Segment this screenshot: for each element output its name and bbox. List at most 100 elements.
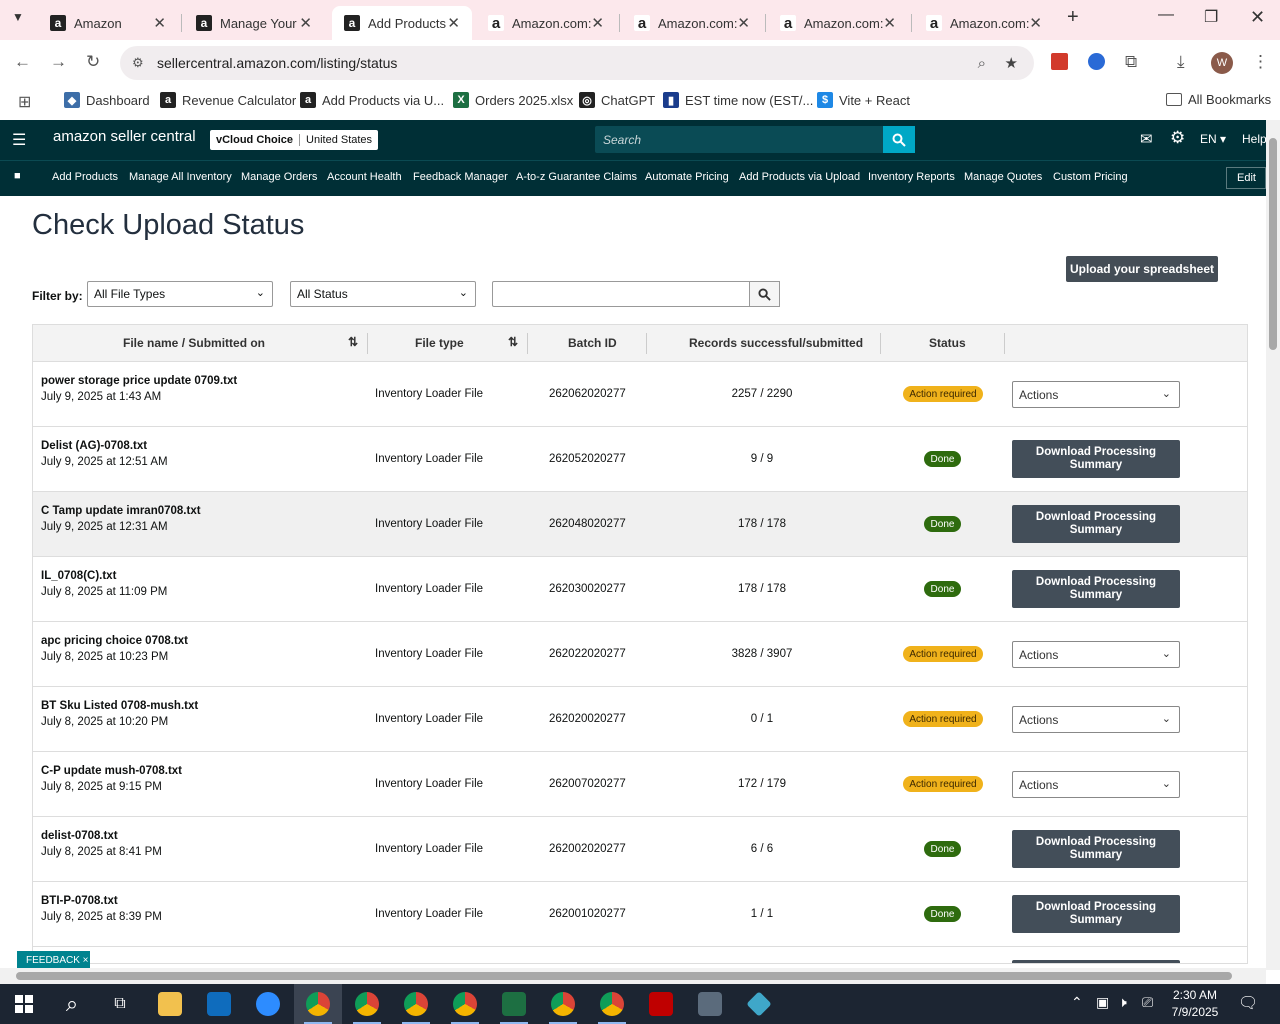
bookmark-item[interactable]: $ Vite + React (817, 92, 910, 108)
vertical-scrollbar[interactable] (1266, 120, 1280, 970)
browser-tab[interactable]: a Add Products ✕ (332, 6, 472, 40)
nav-link[interactable]: Inventory Reports (868, 171, 955, 183)
upload-search-input[interactable] (492, 281, 750, 307)
system-clock[interactable]: 2:30 AM 7/9/2025 (1165, 987, 1225, 1021)
url-field[interactable]: ⚙ sellercentral.amazon.com/listing/statu… (120, 46, 1034, 80)
browser-tab[interactable]: a Manage Your ✕ (184, 6, 324, 40)
zoom-icon[interactable]: ⌕ (978, 55, 986, 72)
site-info-icon[interactable]: ⚙ (132, 55, 144, 71)
browser-tab[interactable]: a Amazon.com: ✕ (768, 6, 908, 40)
feedback-tab[interactable]: FEEDBACK × (17, 951, 90, 969)
close-tab-icon[interactable]: ✕ (1029, 14, 1042, 32)
filezilla-icon[interactable] (637, 984, 685, 1024)
apps-grid-icon[interactable]: ⊞ (18, 92, 31, 112)
bookmark-item[interactable]: ◎ ChatGPT (579, 92, 655, 108)
bookmark-item[interactable]: a Revenue Calculator (160, 92, 296, 108)
bookmark-item[interactable]: ▮ EST time now (EST/... (663, 92, 813, 108)
store-selector[interactable]: vCloud Choice United States (210, 130, 379, 150)
bookmark-item[interactable]: X Orders 2025.xlsx (453, 92, 573, 108)
chrome-profile-icon[interactable] (392, 984, 440, 1024)
sort-icon[interactable]: ⇅ (348, 335, 358, 349)
browser-tab[interactable]: a Amazon.com: ✕ (476, 6, 616, 40)
download-icon[interactable]: ⤓ (1177, 52, 1185, 72)
browser-tab[interactable]: a Amazon.com: ✕ (914, 6, 1054, 40)
browser-tab[interactable]: a Amazon ✕ (38, 6, 178, 40)
extension-icon[interactable] (1088, 53, 1105, 70)
file-name[interactable]: BT Sku Listed 0708-mush.txt (41, 700, 198, 712)
browser-tab[interactable]: a Amazon.com: ✕ (622, 6, 762, 40)
file-name[interactable]: Delist (AG)-0708.txt (41, 440, 147, 452)
nav-link[interactable]: Add Products (52, 171, 118, 183)
chrome-profile-icon[interactable] (539, 984, 587, 1024)
ethernet-icon[interactable]: ⎚ (1142, 994, 1153, 1011)
file-name[interactable]: power storage price update 0709.txt (41, 375, 237, 387)
nav-link[interactable]: Account Health (327, 171, 402, 183)
file-explorer-icon[interactable] (146, 984, 194, 1024)
notification-icon[interactable]: 🗨 (1238, 993, 1258, 1013)
file-type-filter[interactable]: All File Types ⌄ (87, 281, 273, 307)
close-tab-icon[interactable]: ✕ (737, 14, 750, 32)
chrome-profile-icon[interactable] (588, 984, 636, 1024)
nav-link[interactable]: Manage All Inventory (129, 171, 232, 183)
col-file-name[interactable]: File name / Submitted on (123, 336, 265, 350)
language-selector[interactable]: EN ▾ (1200, 132, 1226, 146)
bookmark-pin-icon[interactable]: ■ (14, 170, 21, 182)
chrome-profile-icon[interactable] (441, 984, 489, 1024)
file-name[interactable]: apc pricing choice 0708.txt (41, 635, 188, 647)
bookmark-star-icon[interactable]: ★ (1005, 54, 1018, 72)
nav-link[interactable]: Add Products via Upload (739, 171, 860, 183)
search-button[interactable] (883, 126, 915, 153)
close-tab-icon[interactable]: ✕ (153, 14, 166, 32)
actions-dropdown[interactable]: Actions ⌄ (1012, 706, 1180, 733)
search-taskbar-icon[interactable]: ⌕ (48, 984, 96, 1024)
browser-menu-icon[interactable]: ⋮ (1252, 52, 1269, 72)
header-search-input[interactable]: Search (595, 126, 915, 153)
actions-dropdown[interactable]: Actions ⌄ (1012, 641, 1180, 668)
settings-gear-icon[interactable]: ⚙ (1170, 128, 1185, 148)
download-summary-button[interactable]: Download Processing Summary (1012, 505, 1180, 543)
all-bookmarks[interactable]: All Bookmarks (1166, 92, 1271, 107)
file-name[interactable]: C Tamp update imran0708.txt (41, 505, 201, 517)
nav-link[interactable]: Automate Pricing (645, 171, 729, 183)
actions-dropdown[interactable]: Actions ⌄ (1012, 771, 1180, 798)
horizontal-scrollbar[interactable] (0, 968, 1266, 984)
minimize-icon[interactable]: — (1158, 6, 1174, 24)
close-tab-icon[interactable]: ✕ (591, 14, 604, 32)
tab-list-chevron-icon[interactable]: ▼ (12, 10, 24, 24)
file-name[interactable]: BTI-P-0708.txt (41, 895, 118, 907)
nav-link[interactable]: Manage Orders (241, 171, 317, 183)
chrome-icon[interactable] (294, 984, 342, 1024)
chrome-profile-icon[interactable] (343, 984, 391, 1024)
task-view-icon[interactable]: ⧉ (96, 984, 144, 1024)
file-name[interactable]: IL_0708(C).txt (41, 570, 116, 582)
tray-chevron-icon[interactable]: ⌃ (1071, 994, 1083, 1011)
pdf-extension-icon[interactable] (1051, 53, 1068, 70)
help-link[interactable]: Help (1242, 132, 1267, 146)
back-arrow-icon[interactable]: ← (14, 52, 31, 72)
profile-avatar[interactable]: W (1211, 52, 1233, 74)
tray-network-icon[interactable]: ▣ (1096, 994, 1109, 1011)
scroll-thumb[interactable] (16, 972, 1232, 980)
zoom-app-icon[interactable] (244, 984, 292, 1024)
close-tab-icon[interactable]: ✕ (883, 14, 896, 32)
hamburger-menu-icon[interactable]: ☰ (12, 130, 26, 150)
app-diamond-icon[interactable] (735, 984, 783, 1024)
extensions-puzzle-icon[interactable]: ⧉ (1125, 52, 1137, 72)
bookmark-item[interactable]: ◆ Dashboard (64, 92, 150, 108)
download-summary-button[interactable]: Download Processing Summary (1012, 830, 1180, 868)
download-summary-button[interactable]: Download Processing Summary (1012, 895, 1180, 933)
actions-dropdown[interactable]: Actions ⌄ (1012, 381, 1180, 408)
nav-link[interactable]: Custom Pricing (1053, 171, 1128, 183)
start-button[interactable] (0, 984, 48, 1024)
new-tab-plus-icon[interactable]: + (1067, 6, 1079, 29)
volume-muted-icon[interactable]: 🕨 (1118, 994, 1127, 1011)
edit-nav-button[interactable]: Edit (1226, 167, 1266, 189)
download-summary-button[interactable]: Download Processing Summary (1012, 570, 1180, 608)
scroll-thumb[interactable] (1269, 138, 1277, 350)
bookmark-item[interactable]: a Add Products via U... (300, 92, 444, 108)
download-summary-button[interactable]: Download Processing Summary (1012, 960, 1180, 963)
outlook-icon[interactable] (195, 984, 243, 1024)
close-tab-icon[interactable]: ✕ (447, 14, 460, 32)
nav-link[interactable]: Manage Quotes (964, 171, 1042, 183)
reload-icon[interactable]: ↻ (86, 52, 100, 72)
